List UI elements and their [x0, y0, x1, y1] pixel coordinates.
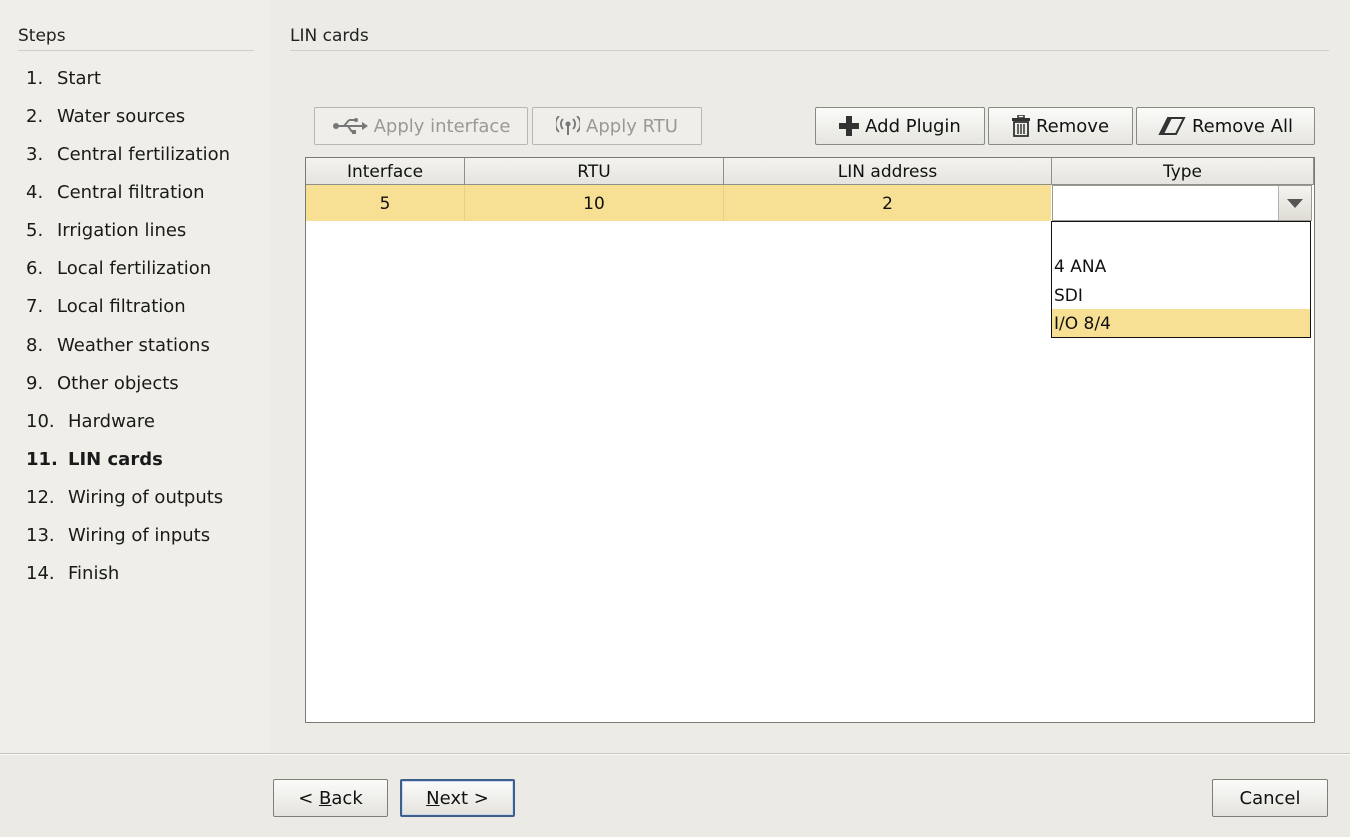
- back-button[interactable]: < Back: [273, 779, 388, 817]
- step-wiring-of-inputs: 13. Wiring of inputs: [26, 525, 211, 546]
- plus-icon: [839, 116, 860, 136]
- type-combobox[interactable]: [1052, 185, 1312, 221]
- type-option-io-8-4[interactable]: I/O 8/4: [1052, 309, 1310, 337]
- title-divider: [290, 50, 1329, 51]
- trash-icon: [1011, 115, 1030, 137]
- step-hardware: 10. Hardware: [26, 411, 155, 432]
- step-central-filtration: 4. Central filtration: [26, 182, 205, 203]
- step-local-fertilization: 6. Local fertilization: [26, 258, 212, 279]
- step-other-objects: 9. Other objects: [26, 373, 179, 394]
- footer-divider-highlight: [0, 754, 1350, 755]
- remove-all-button[interactable]: Remove All: [1136, 107, 1315, 145]
- cell-lin-address[interactable]: 2: [724, 185, 1051, 221]
- type-option-empty[interactable]: [1052, 224, 1310, 252]
- table-row[interactable]: 5 10 2: [306, 185, 1051, 221]
- step-local-filtration: 7. Local filtration: [26, 296, 186, 317]
- cell-rtu[interactable]: 10: [465, 185, 724, 221]
- step-weather-stations: 8. Weather stations: [26, 335, 210, 356]
- next-button[interactable]: Next >: [400, 779, 515, 817]
- add-plugin-button[interactable]: Add Plugin: [815, 107, 985, 145]
- remove-button[interactable]: Remove: [988, 107, 1133, 145]
- column-header-lin-address[interactable]: LIN address: [724, 158, 1052, 184]
- apply-rtu-button[interactable]: Apply RTU: [532, 107, 702, 145]
- combobox-arrow-button[interactable]: [1278, 186, 1311, 220]
- apply-interface-button[interactable]: Apply interface: [314, 107, 528, 145]
- cancel-button[interactable]: Cancel: [1212, 779, 1328, 817]
- column-header-rtu[interactable]: RTU: [465, 158, 724, 184]
- cell-interface[interactable]: 5: [306, 185, 465, 221]
- step-start: 1. Start: [26, 68, 101, 89]
- steps-divider: [18, 50, 254, 51]
- eraser-icon: [1158, 116, 1186, 136]
- chevron-down-icon: [1287, 194, 1303, 213]
- type-option-4-ana[interactable]: 4 ANA: [1052, 252, 1310, 280]
- column-header-type[interactable]: Type: [1052, 158, 1314, 184]
- step-lin-cards: 11. LIN cards: [26, 449, 163, 470]
- type-dropdown-list: 4 ANA SDI I/O 8/4: [1051, 221, 1311, 338]
- step-central-fertilization: 3. Central fertilization: [26, 144, 231, 165]
- steps-title: Steps: [18, 26, 66, 46]
- usb-icon: [332, 116, 368, 136]
- step-water-sources: 2. Water sources: [26, 106, 186, 127]
- step-irrigation-lines: 5. Irrigation lines: [26, 220, 187, 241]
- antenna-icon: [556, 116, 581, 136]
- table-header: Interface RTU LIN address Type: [306, 158, 1314, 185]
- type-option-sdi[interactable]: SDI: [1052, 281, 1310, 309]
- column-header-interface[interactable]: Interface: [306, 158, 465, 184]
- step-wiring-of-outputs: 12. Wiring of outputs: [26, 487, 224, 508]
- steps-sidebar: Steps 1. Start 2. Water sources 3. Central …: [0, 0, 270, 753]
- page-title: LIN cards: [290, 26, 369, 46]
- step-finish: 14. Finish: [26, 563, 120, 584]
